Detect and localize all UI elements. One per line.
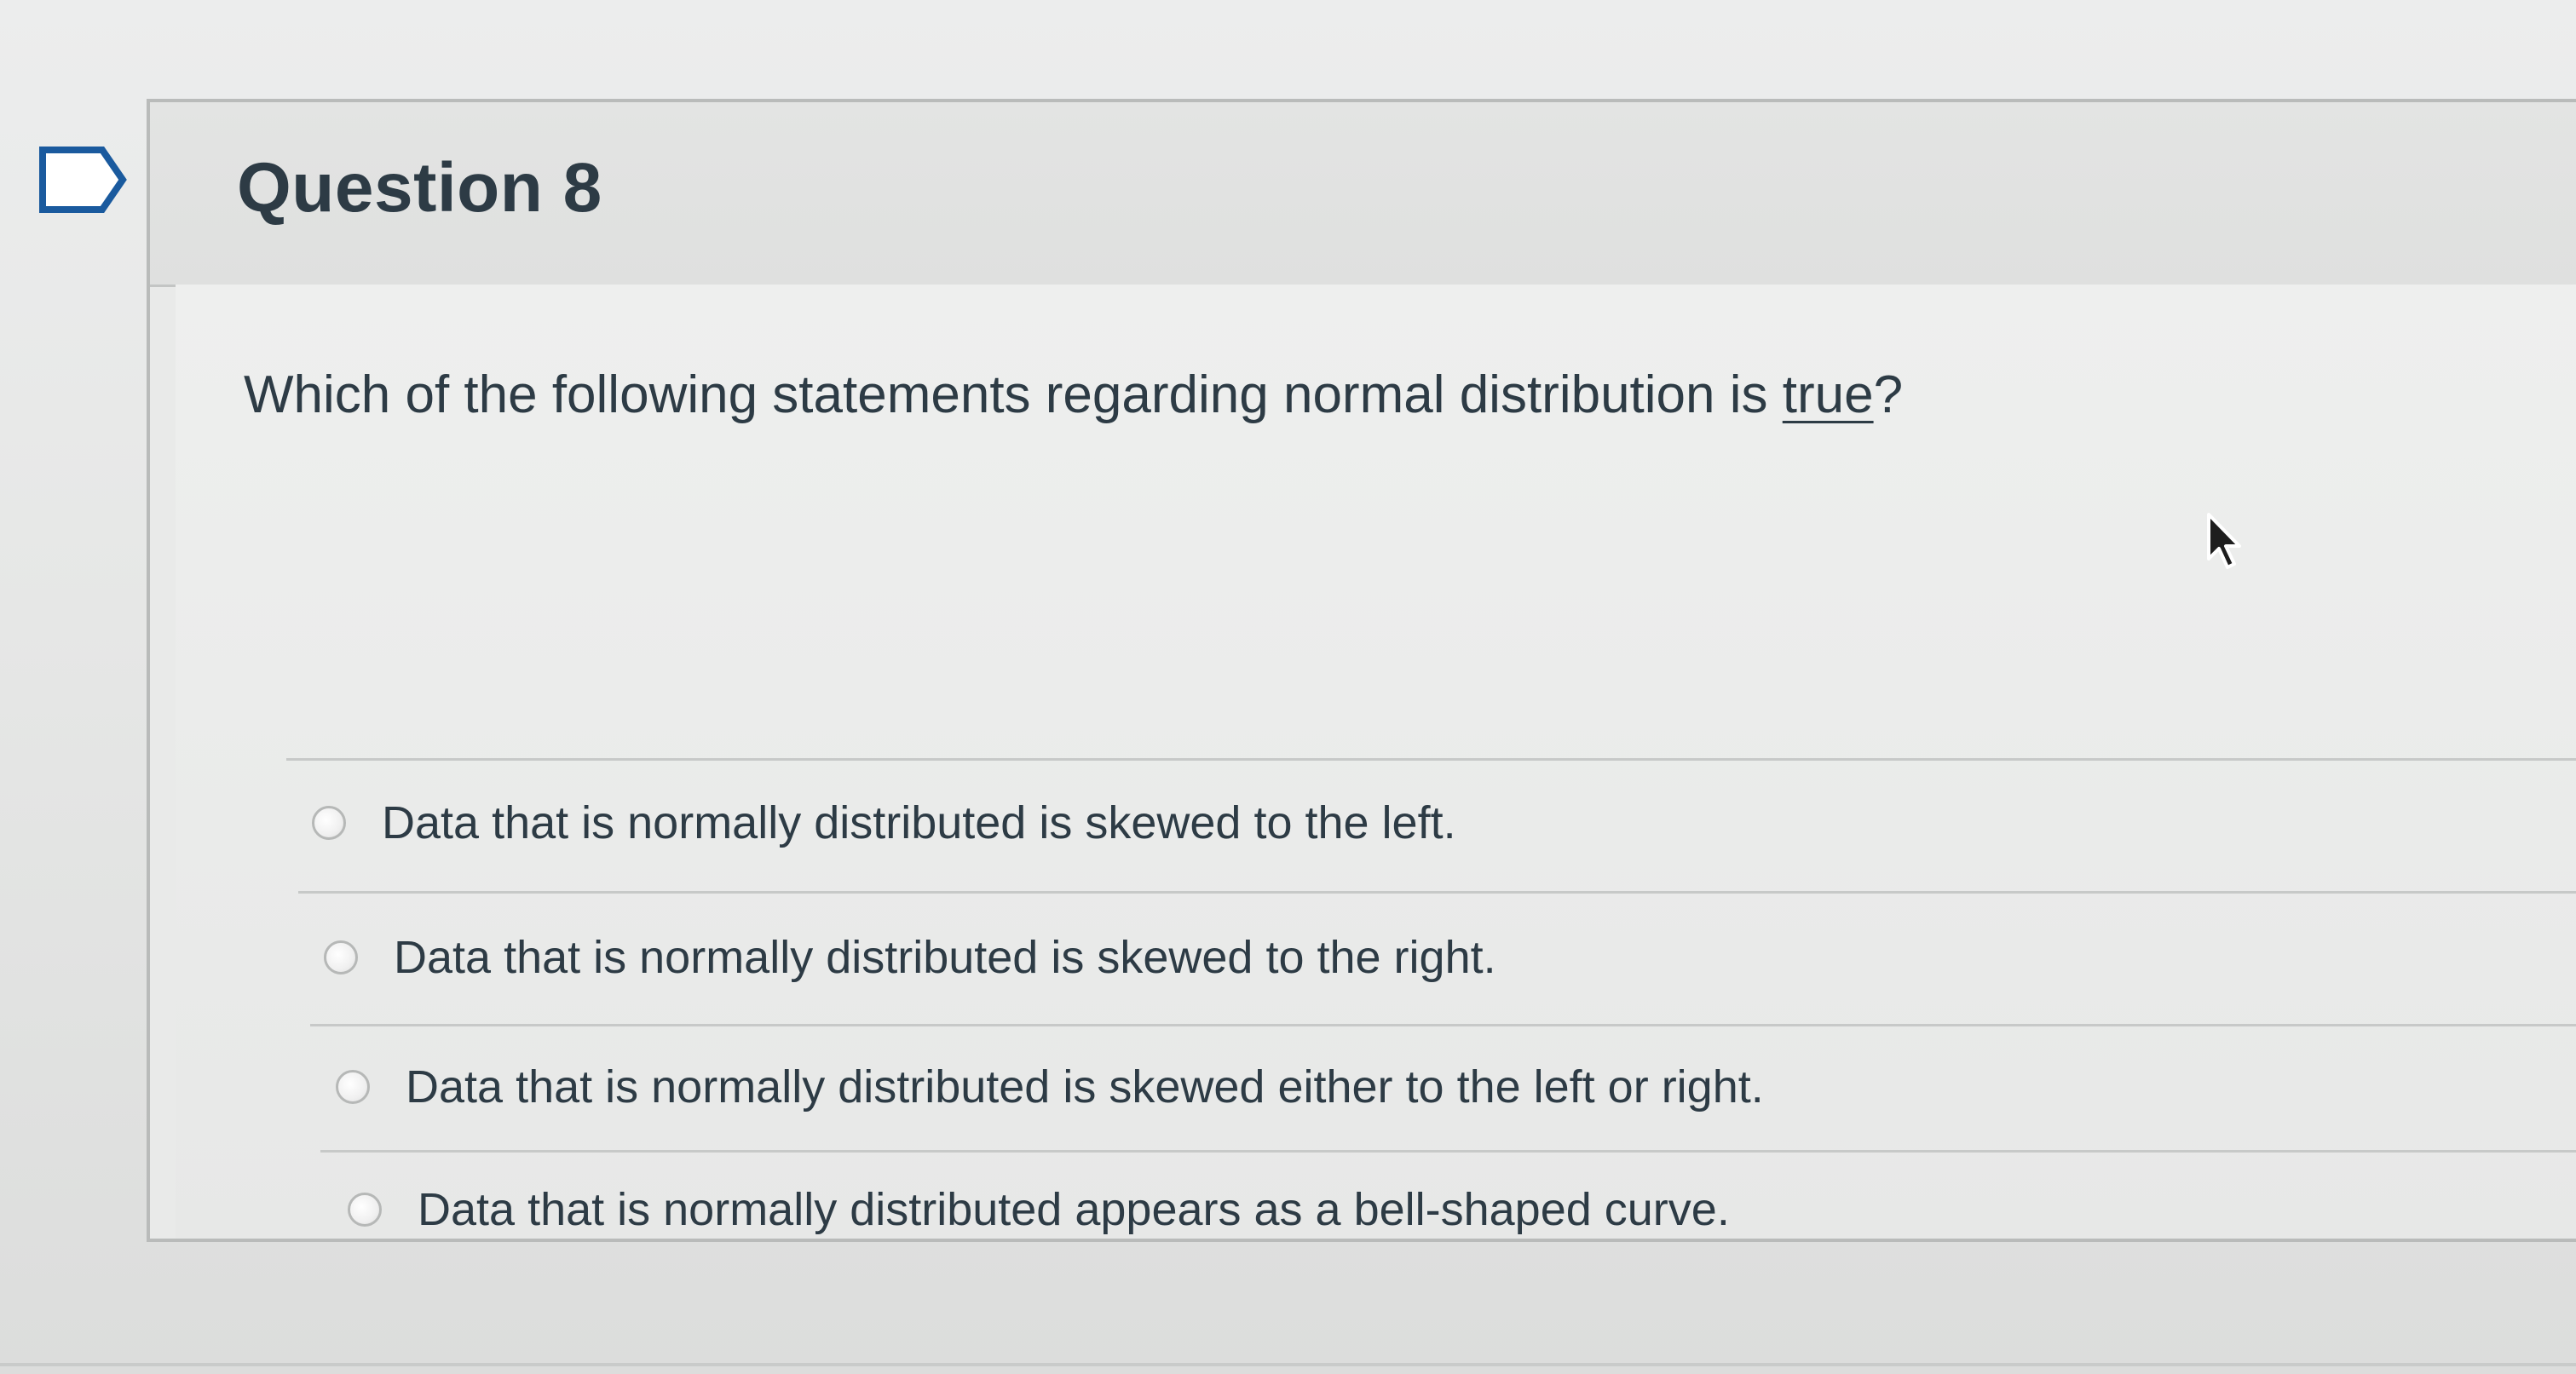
radio-button[interactable] — [312, 806, 346, 840]
answer-option-1[interactable]: Data that is normally distributed is ske… — [312, 763, 1456, 882]
answer-label: Data that is normally distributed is ske… — [382, 797, 1456, 848]
answer-option-2[interactable]: Data that is normally distributed is ske… — [324, 898, 1496, 1017]
answer-divider — [286, 758, 2576, 761]
answer-label: Data that is normally distributed is ske… — [406, 1061, 1764, 1112]
mouse-pointer-icon — [2205, 511, 2245, 572]
radio-button[interactable] — [348, 1193, 382, 1227]
question-text-emphasis: true — [1782, 365, 1874, 424]
answer-label: Data that is normally distributed is ske… — [394, 932, 1496, 983]
radio-button[interactable] — [336, 1070, 370, 1104]
answer-divider — [310, 1024, 2576, 1026]
answer-divider — [298, 891, 2576, 894]
answer-option-4[interactable]: Data that is normally distributed appear… — [348, 1150, 1730, 1269]
page-divider — [0, 1363, 2576, 1366]
answer-label: Data that is normally distributed appear… — [418, 1184, 1730, 1235]
quiz-page: Question 8 Which of the following statem… — [0, 0, 2576, 1374]
question-text-main: Which of the following statements regard… — [244, 365, 1783, 424]
radio-button[interactable] — [324, 940, 358, 974]
question-text: Which of the following statements regard… — [244, 365, 1904, 424]
answer-option-3[interactable]: Data that is normally distributed is ske… — [336, 1027, 1764, 1147]
bookmark-flag-icon[interactable] — [36, 143, 130, 216]
question-title: Question 8 — [237, 149, 602, 227]
question-card: Question 8 Which of the following statem… — [147, 99, 2576, 1242]
question-text-end: ? — [1873, 365, 1904, 424]
question-header: Question 8 — [150, 102, 2576, 287]
